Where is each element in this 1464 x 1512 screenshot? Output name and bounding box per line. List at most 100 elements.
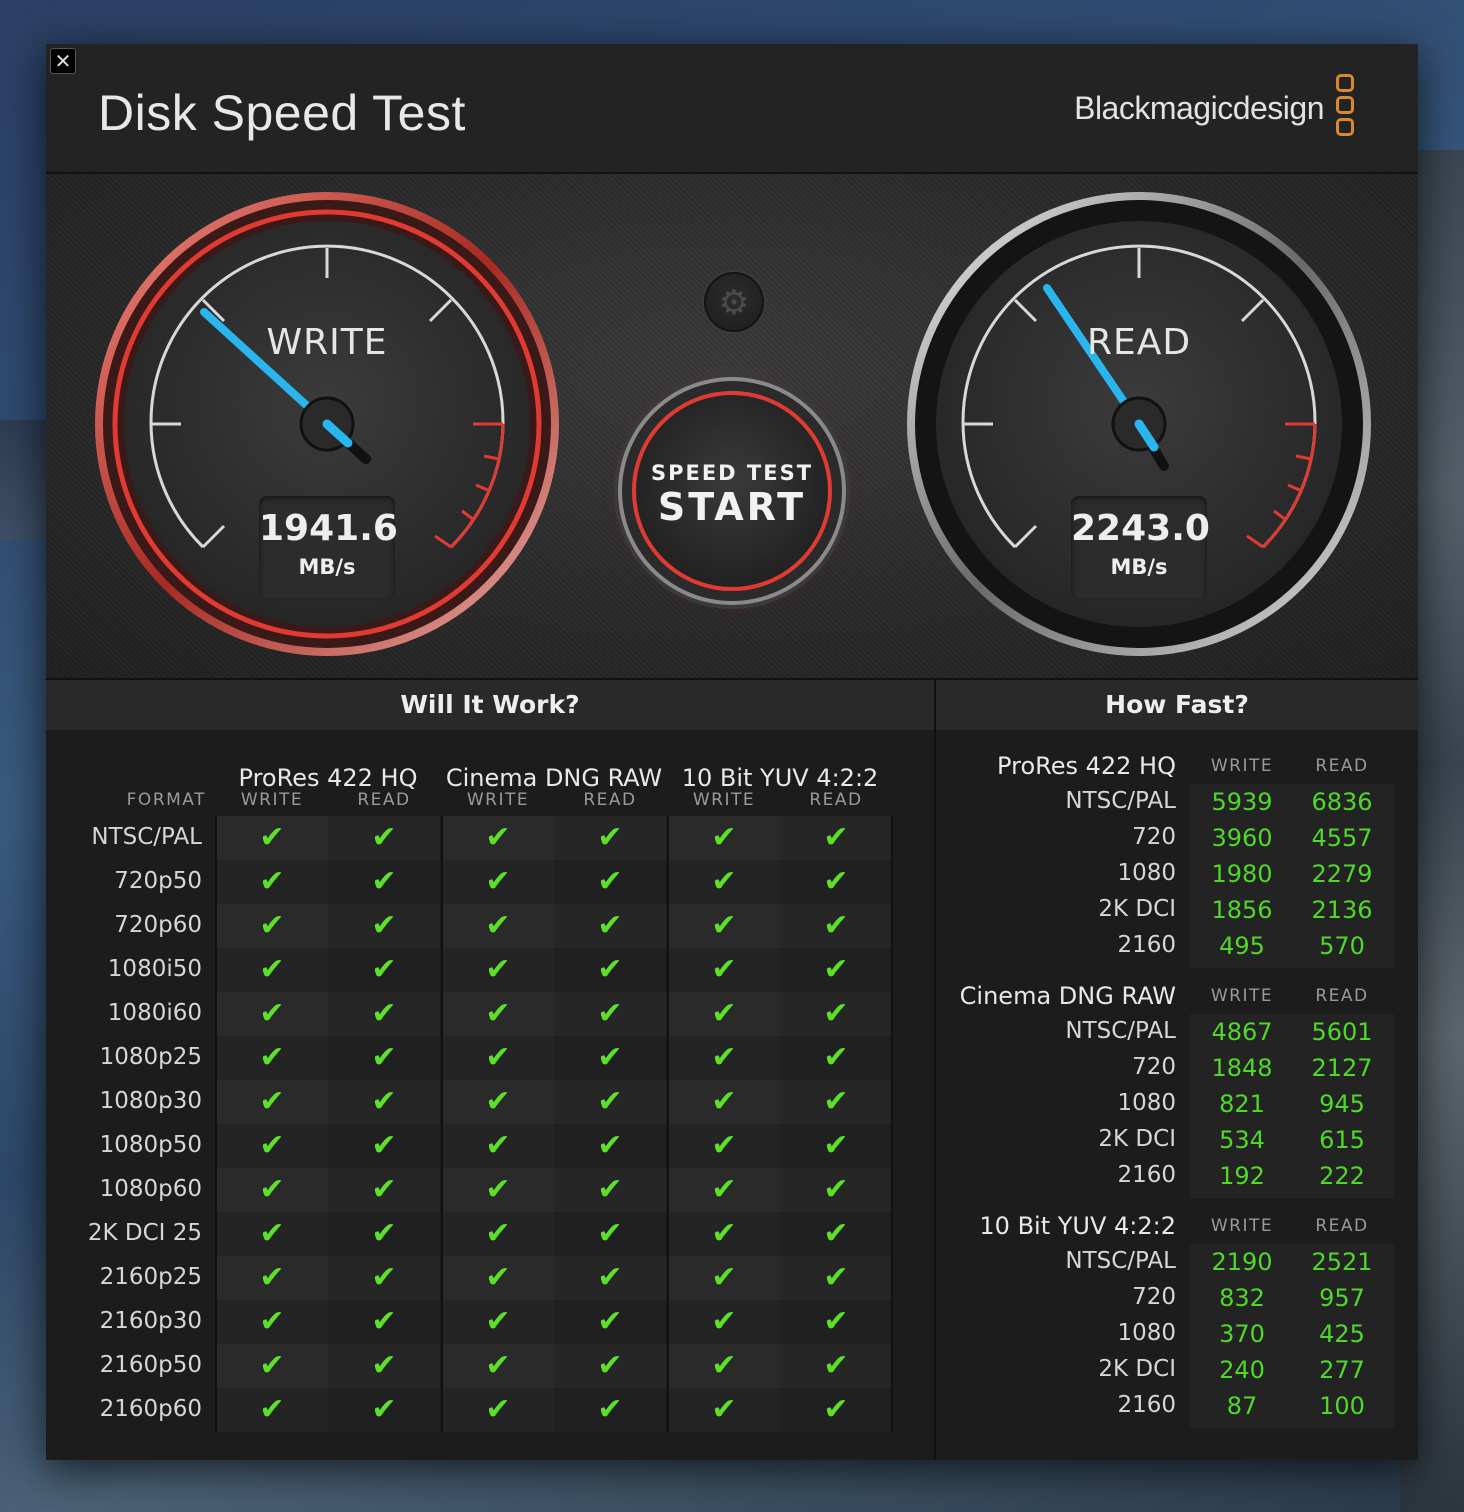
check-icon: ✔ [371,820,397,855]
check-icon: ✔ [485,864,511,899]
check-icon: ✔ [597,1172,623,1207]
check-icon: ✔ [485,1260,511,1295]
how-fast-read-value: 6836 [1311,788,1373,816]
wiw-column-header: READ [583,790,637,810]
check-icon: ✔ [597,820,623,855]
format-label: 1080i50 [107,956,202,982]
check-icon: ✔ [823,1348,849,1383]
check-icon: ✔ [711,908,737,943]
write-gauge-label: WRITE [266,322,388,363]
how-fast-write-value: 192 [1219,1162,1265,1190]
how-fast-row-label: NTSC/PAL [1065,788,1176,814]
check-icon: ✔ [823,820,849,855]
how-fast-panel: How Fast? ProRes 422 HQ WRITE READ NTSC/PAL… [936,680,1418,1460]
how-fast-row-label: 2160 [1117,1162,1176,1188]
check-icon: ✔ [371,1392,397,1427]
start-button-caption: SPEED TEST [650,461,814,485]
how-fast-write-value: 87 [1226,1392,1258,1420]
check-icon: ✔ [485,820,511,855]
check-icon: ✔ [597,1216,623,1251]
check-icon: ✔ [597,864,623,899]
how-fast-read-value: 615 [1319,1126,1365,1154]
how-fast-row-label: 2K DCI [1098,1356,1176,1382]
start-button-label: START [657,485,807,529]
how-fast-write-value: 832 [1219,1284,1265,1312]
how-fast-read-value: 957 [1319,1284,1365,1312]
how-fast-row-label: 2K DCI [1098,1126,1176,1152]
check-icon: ✔ [371,1040,397,1075]
check-icon: ✔ [711,864,737,899]
check-icon: ✔ [371,1304,397,1339]
format-label: 2160p25 [99,1264,202,1290]
check-icon: ✔ [371,1128,397,1163]
check-icon: ✔ [823,1260,849,1295]
write-speed-value: 1941.6 [259,508,398,549]
check-icon: ✔ [371,1172,397,1207]
how-fast-write-value: 495 [1219,932,1265,960]
check-icon: ✔ [259,1260,285,1295]
will-it-work-panel: Will It Work? ProRes 422 HQ Cinema DNG RA… [46,680,936,1460]
check-icon: ✔ [259,820,285,855]
check-icon: ✔ [711,1260,737,1295]
check-icon: ✔ [597,996,623,1031]
will-it-work-title: Will It Work? [46,680,934,730]
how-fast-write-value: 1848 [1211,1054,1273,1082]
read-speed-unit: MB/s [1110,555,1168,579]
how-fast-row-label: 1080 [1117,860,1176,886]
write-readout: 1941.6 MB/s [259,496,398,600]
wiw-column-header: WRITE [240,790,304,810]
check-icon: ✔ [485,996,511,1031]
check-icon: ✔ [711,1304,737,1339]
format-label: 720p50 [114,868,202,894]
format-label: 2160p60 [99,1396,202,1422]
how-fast-write-value: 370 [1219,1320,1265,1348]
check-icon: ✔ [371,996,397,1031]
check-icon: ✔ [711,820,737,855]
how-fast-read-value: 425 [1319,1320,1365,1348]
how-fast-read-value: 277 [1319,1356,1365,1384]
format-label: 2160p50 [99,1352,202,1378]
title-bar: ✕ Disk Speed Test Blackmagicdesign [46,44,1418,174]
how-fast-write-value: 240 [1219,1356,1265,1384]
check-icon: ✔ [711,1172,737,1207]
format-label: 1080p25 [99,1044,202,1070]
format-label: 720p60 [114,912,202,938]
check-icon: ✔ [597,952,623,987]
how-fast-row-label: NTSC/PAL [1065,1248,1176,1274]
how-fast-write-value: 2190 [1211,1248,1273,1276]
format-label: 1080p50 [99,1132,202,1158]
how-fast-read-value: 5601 [1311,1018,1373,1046]
check-icon: ✔ [259,1172,285,1207]
wiw-column-header: READ [357,790,411,810]
check-icon: ✔ [711,952,737,987]
read-readout: 2243.0 MB/s [1071,496,1210,600]
check-icon: ✔ [259,908,285,943]
how-fast-row-label: 720 [1132,824,1176,850]
write-speed-unit: MB/s [298,555,356,579]
start-button[interactable]: SPEED TEST START [632,391,832,591]
check-icon: ✔ [371,1260,397,1295]
how-fast-row-label: NTSC/PAL [1065,1018,1176,1044]
check-icon: ✔ [597,1128,623,1163]
how-fast-row-label: 720 [1132,1054,1176,1080]
how-fast-row-label: 2K DCI [1098,896,1176,922]
check-icon: ✔ [823,1172,849,1207]
how-fast-write-value: 5939 [1211,788,1273,816]
gear-icon[interactable]: ⚙ [704,272,764,332]
how-fast-write-value: 1980 [1211,860,1273,888]
format-label: 1080i60 [107,1000,202,1026]
check-icon: ✔ [371,1348,397,1383]
check-icon: ✔ [259,1348,285,1383]
how-fast-title: How Fast? [936,680,1418,730]
format-label: 2160p30 [99,1308,202,1334]
how-fast-read-value: 570 [1319,932,1365,960]
check-icon: ✔ [259,952,285,987]
how-fast-read-value: 4557 [1311,824,1373,852]
check-icon: ✔ [711,996,737,1031]
how-fast-write-header: WRITE [1210,1216,1274,1236]
check-icon: ✔ [485,952,511,987]
check-icon: ✔ [259,1084,285,1119]
close-icon[interactable]: ✕ [50,48,76,74]
check-icon: ✔ [371,952,397,987]
how-fast-write-value: 821 [1219,1090,1265,1118]
